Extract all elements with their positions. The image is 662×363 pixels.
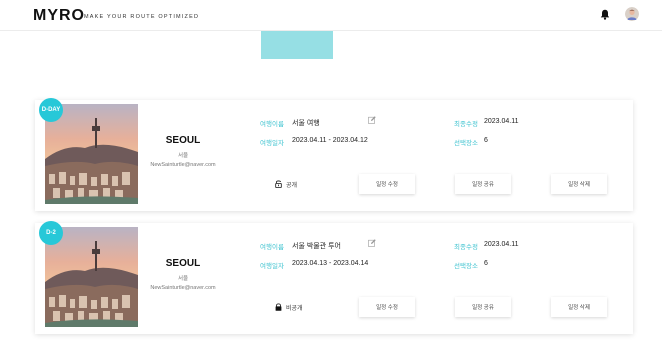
lock-icon [275, 303, 282, 311]
trip-name-label: 여행이름 [260, 244, 284, 251]
seoul-city-thumbnail [45, 104, 138, 204]
delete-schedule-button[interactable]: 일정 삭제 [551, 174, 607, 194]
selected-places-value: 6 [484, 260, 488, 267]
trip-region: 서울 [177, 276, 189, 282]
bell-icon[interactable] [600, 9, 610, 20]
trip-dates-value: 2023.04.11 - 2023.04.12 [292, 137, 368, 144]
avatar[interactable] [625, 7, 639, 21]
dday-badge: D-DAY [39, 98, 63, 122]
selected-places-label: 선택장소 [454, 140, 478, 147]
dday-badge: D-2 [39, 221, 63, 245]
trip-owner-email: NewSainturtle@naver.com [150, 162, 216, 168]
app-logo[interactable]: MYRO [33, 7, 85, 25]
share-schedule-button[interactable]: 일정 공유 [455, 297, 511, 317]
trip-dates-label: 여행일자 [260, 140, 284, 147]
trip-region: 서울 [177, 153, 189, 159]
visibility-label: 공개 [286, 182, 298, 189]
trip-name-value: 서울 여행 [292, 120, 320, 127]
last-modified-value: 2023.04.11 [484, 118, 519, 125]
selected-places-value: 6 [484, 137, 488, 144]
delete-schedule-button[interactable]: 일정 삭제 [551, 297, 607, 317]
edit-schedule-button[interactable]: 일정 수정 [359, 297, 415, 317]
last-modified-value: 2023.04.11 [484, 241, 519, 248]
share-schedule-button[interactable]: 일정 공유 [455, 174, 511, 194]
app-tagline: MAKE YOUR ROUTE OPTIMIZED [84, 14, 200, 20]
trip-name-label: 여행이름 [260, 121, 284, 128]
trip-card: D-DAY SEOUL 서울 NewSainturtle@naver.com 여… [35, 98, 633, 211]
trip-city: SEOUL [165, 258, 201, 269]
last-modified-label: 최종수정 [454, 244, 478, 251]
trip-city: SEOUL [165, 135, 201, 146]
trip-card: D-2 SEOUL 서울 NewSainturtle@naver.com 여행이… [35, 221, 633, 334]
pencil-square-icon[interactable] [368, 239, 376, 247]
visibility-label: 비공개 [286, 305, 303, 312]
visibility-toggle[interactable]: 공개 [275, 178, 297, 190]
selected-places-label: 선택장소 [454, 263, 478, 270]
trip-name-value: 서울 박물관 투어 [292, 243, 341, 250]
last-modified-label: 최종수정 [454, 121, 478, 128]
top-navigation-bar: MYRO MAKE YOUR ROUTE OPTIMIZED [0, 0, 662, 31]
pencil-square-icon[interactable] [368, 116, 376, 124]
lock-open-icon [275, 180, 282, 188]
trip-dates-value: 2023.04.13 - 2023.04.14 [292, 260, 369, 267]
seoul-city-thumbnail [45, 227, 138, 327]
trip-dates-label: 여행일자 [260, 263, 284, 270]
edit-schedule-button[interactable]: 일정 수정 [359, 174, 415, 194]
trip-owner-email: NewSainturtle@naver.com [150, 285, 216, 291]
visibility-toggle[interactable]: 비공개 [275, 301, 303, 313]
